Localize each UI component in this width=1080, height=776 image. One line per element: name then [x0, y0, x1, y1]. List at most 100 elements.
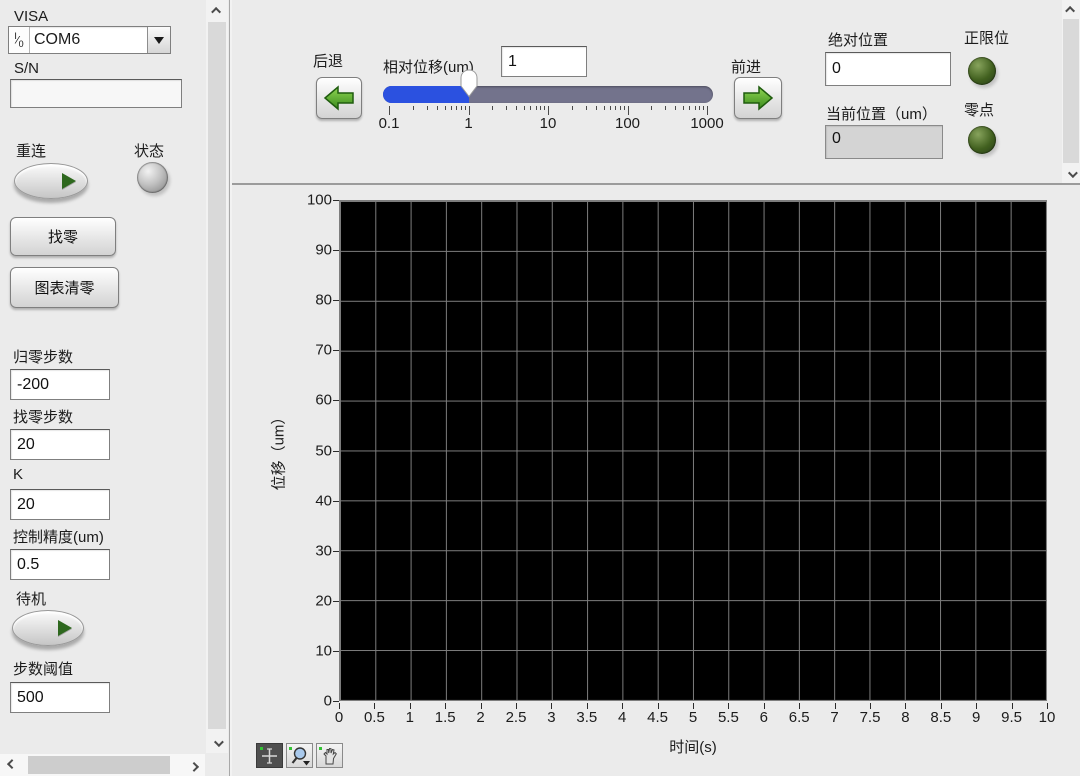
y-tick-label: 90: [315, 242, 332, 259]
slider-minor-tick: [572, 106, 573, 110]
x-tick-label: 3: [547, 709, 555, 726]
chart-clear-button[interactable]: 图表清零: [10, 267, 119, 308]
slider-minor-tick: [540, 106, 541, 110]
control-precision-label: 控制精度(um): [13, 526, 104, 547]
slider-minor-tick: [544, 106, 545, 110]
zero-point-label: 零点: [964, 99, 994, 120]
reconnect-label: 重连: [16, 140, 46, 161]
x-tick-label: 2: [476, 709, 484, 726]
scroll-up-button[interactable]: [1062, 0, 1080, 18]
hscrollbar-thumb[interactable]: [28, 756, 170, 774]
slider-minor-tick: [620, 106, 621, 110]
y-tick-mark: [333, 651, 339, 652]
slider-minor-tick: [451, 106, 452, 110]
y-tick-label: 0: [324, 693, 332, 710]
sn-input[interactable]: [10, 79, 182, 108]
relative-displacement-input[interactable]: [501, 46, 587, 77]
slider-tick-label: 0.1: [379, 115, 400, 132]
slider-minor-tick: [624, 106, 625, 110]
toggle-arrow-icon: [58, 620, 72, 636]
scroll-down-button[interactable]: [1062, 165, 1080, 183]
hand-icon: [318, 745, 341, 766]
find-zero-button[interactable]: 找零: [10, 217, 116, 256]
x-tick-label: 0.5: [364, 709, 385, 726]
relative-displacement-slider[interactable]: [383, 86, 713, 103]
dropdown-arrow-icon: [154, 37, 164, 44]
y-tick-label: 60: [315, 392, 332, 409]
visa-io-icon: I⁄0: [9, 27, 30, 53]
k-input[interactable]: [10, 489, 110, 520]
vscrollbar-thumb[interactable]: [1063, 19, 1079, 163]
pan-tool-button[interactable]: [316, 743, 343, 768]
slider-minor-tick: [445, 106, 446, 110]
visa-dropdown-button[interactable]: [147, 27, 170, 53]
slider-minor-tick: [492, 106, 493, 110]
y-tick-label: 30: [315, 542, 332, 559]
x-axis-tick-labels: 00.511.522.533.544.555.566.577.588.599.5…: [339, 709, 1047, 729]
slider-major-tick: [707, 106, 708, 115]
toggle-arrow-icon: [62, 173, 76, 189]
cursor-tool-button[interactable]: [256, 743, 283, 768]
find-zero-button-label: 找零: [48, 226, 78, 247]
slider-major-tick: [389, 106, 390, 115]
left-pane-vscrollbar[interactable]: [206, 0, 228, 753]
crosshair-icon: [258, 745, 281, 766]
scroll-left-button[interactable]: [0, 754, 20, 776]
top-pane-vscrollbar[interactable]: [1062, 0, 1080, 183]
x-tick-label: 6: [760, 709, 768, 726]
zero-steps-input[interactable]: [10, 369, 110, 400]
vscrollbar-thumb[interactable]: [208, 22, 226, 729]
absolute-position-input[interactable]: [825, 52, 951, 86]
status-label: 状态: [134, 140, 164, 161]
slider-minor-tick: [413, 106, 414, 110]
y-tick-label: 20: [315, 592, 332, 609]
x-tick-label: 3.5: [576, 709, 597, 726]
graph-palette: [256, 743, 343, 768]
reconnect-toggle[interactable]: [14, 163, 88, 199]
chevron-up-icon: [211, 6, 221, 16]
visa-resource-value[interactable]: COM6: [30, 27, 147, 53]
k-label: K: [13, 466, 23, 483]
x-tick-label: 1.5: [435, 709, 456, 726]
slider-minor-tick: [530, 106, 531, 110]
zoom-tool-button[interactable]: [286, 743, 313, 768]
control-precision-input[interactable]: [10, 549, 110, 580]
absolute-position-label: 绝对位置: [828, 29, 888, 50]
plot-area[interactable]: [339, 200, 1047, 701]
x-tick-label: 4: [618, 709, 626, 726]
y-axis-title: 位移（um）: [268, 410, 289, 491]
slider-minor-tick: [437, 106, 438, 110]
current-position-display: 0: [825, 125, 943, 159]
slider-minor-tick: [610, 106, 611, 110]
back-button[interactable]: [316, 77, 362, 119]
standby-toggle[interactable]: [12, 610, 84, 646]
forward-button[interactable]: [734, 77, 782, 119]
slider-minor-tick: [524, 106, 525, 110]
slider-minor-tick: [651, 106, 652, 110]
y-tick-label: 40: [315, 492, 332, 509]
slider-thumb[interactable]: [459, 69, 478, 98]
x-tick-label: 5: [689, 709, 697, 726]
scroll-down-button[interactable]: [206, 733, 228, 753]
y-tick-mark: [333, 300, 339, 301]
slider-tick-label: 1000: [690, 115, 723, 132]
y-tick-mark: [333, 551, 339, 552]
y-tick-mark: [333, 400, 339, 401]
x-tick-label: 8.5: [930, 709, 951, 726]
chevron-up-icon: [1065, 5, 1075, 15]
left-pane-hscrollbar[interactable]: [0, 754, 205, 776]
scroll-right-button[interactable]: [185, 754, 205, 776]
slider-minor-tick: [427, 106, 428, 110]
visa-resource-combo[interactable]: I⁄0 COM6: [8, 26, 171, 54]
y-tick-label: 100: [307, 192, 332, 209]
step-threshold-input[interactable]: [10, 682, 110, 713]
find-zero-steps-input[interactable]: [10, 429, 110, 460]
status-led: [137, 162, 168, 193]
y-tick-mark: [333, 250, 339, 251]
slider-minor-tick: [516, 106, 517, 110]
slider-minor-tick: [465, 106, 466, 110]
magnifier-icon: [288, 745, 311, 766]
slider-minor-tick: [456, 106, 457, 110]
motion-control-pane: 后退 相对位移(um) 0.11101001000 前进: [232, 0, 1080, 185]
scroll-up-button[interactable]: [206, 0, 228, 20]
